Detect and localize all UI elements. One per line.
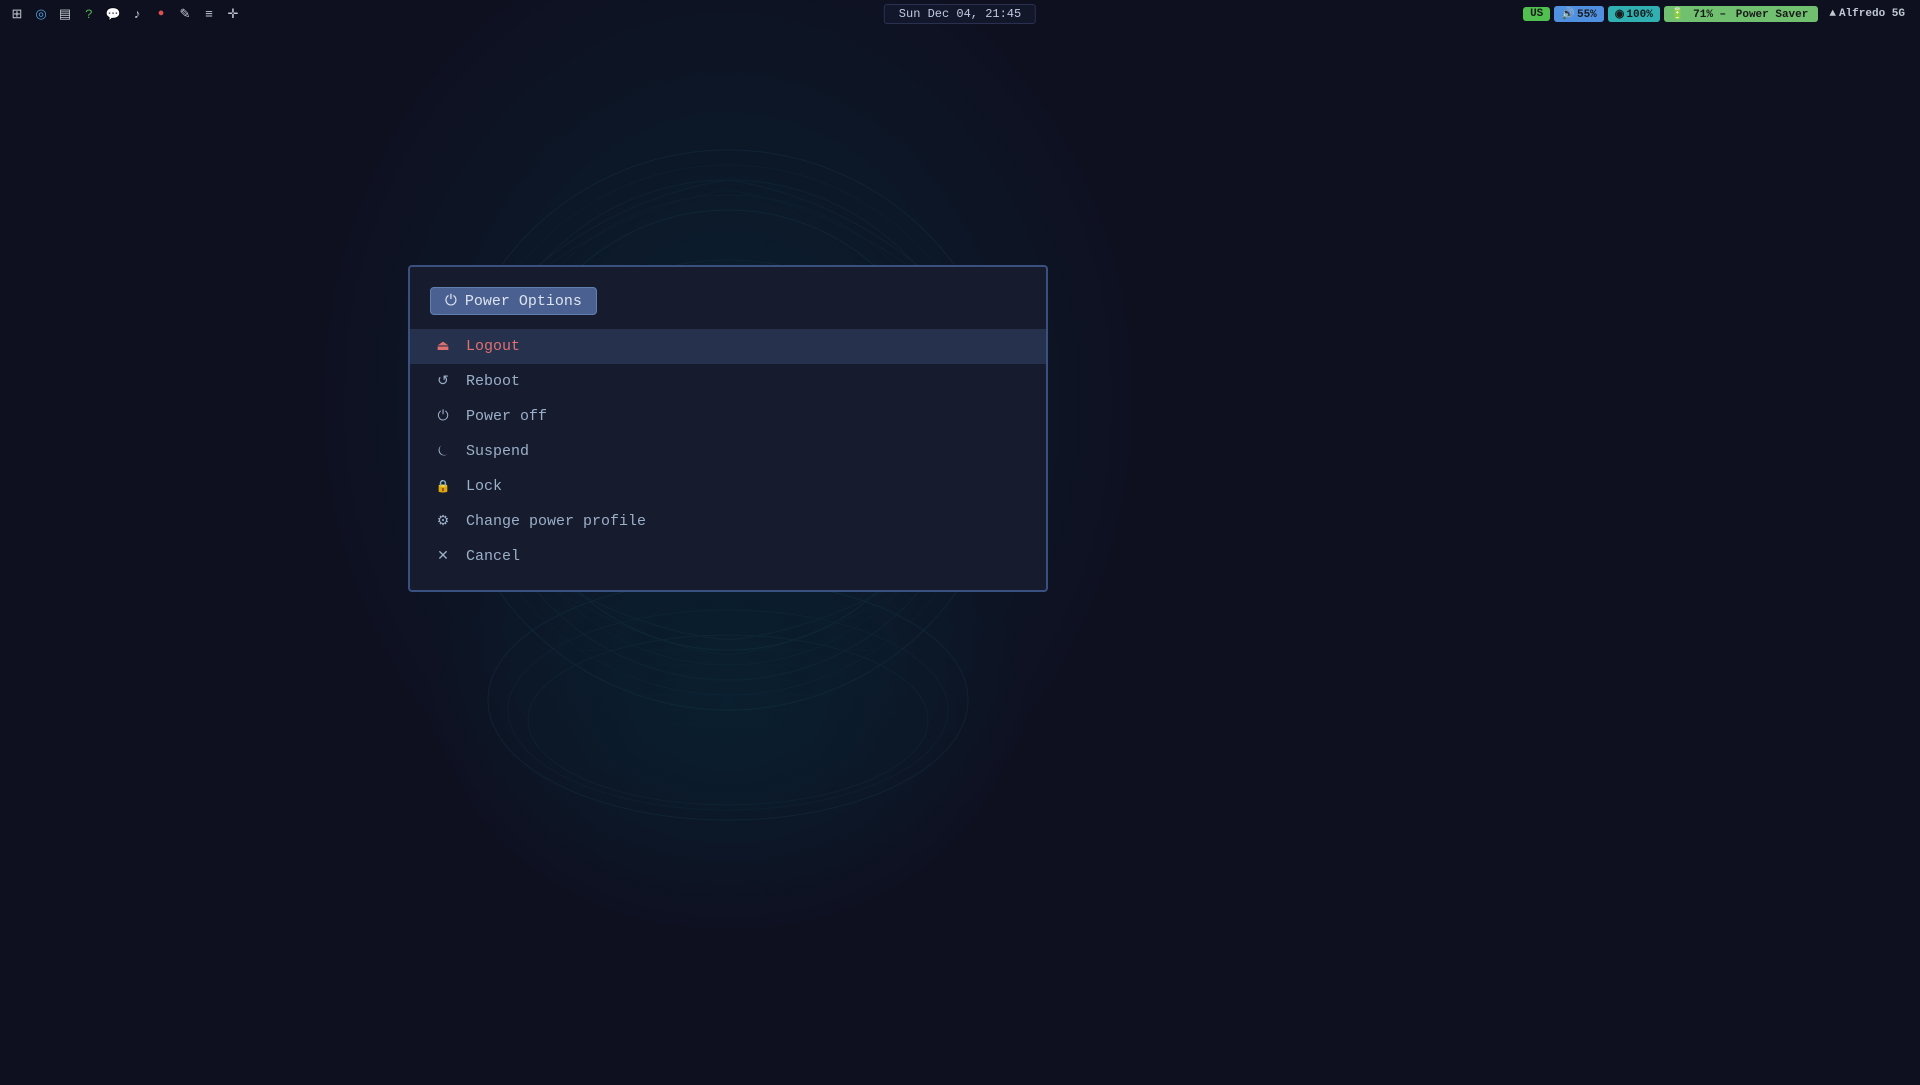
apps-icon[interactable]: ⊞ <box>8 5 26 23</box>
lang-badge[interactable]: US <box>1523 7 1550 21</box>
chat-icon[interactable]: 💬 <box>104 5 122 23</box>
volume-icon: 🔊 <box>1561 9 1575 21</box>
battery-icon: 🔋 <box>1671 9 1685 21</box>
reboot-label: Reboot <box>466 373 520 390</box>
record-icon[interactable]: ● <box>152 5 170 23</box>
menu-item-logout[interactable]: ⏏ Logout <box>410 329 1046 364</box>
poweroff-icon: ⏻ <box>434 409 452 425</box>
lock-label: Lock <box>466 478 502 495</box>
wifi-icon: ▲ <box>1829 8 1836 20</box>
power-saver-label: Power Saver <box>1736 9 1809 21</box>
power-icon: ⏻ <box>445 292 457 310</box>
topbar-center: Sun Dec 04, 21:45 <box>884 4 1036 24</box>
datetime-display: Sun Dec 04, 21:45 <box>884 4 1036 24</box>
logout-icon: ⏏ <box>434 338 452 355</box>
menu-item-suspend[interactable]: ⏾ Suspend <box>410 434 1046 469</box>
menu-item-cancel[interactable]: ✕ Cancel <box>410 539 1046 574</box>
suspend-label: Suspend <box>466 443 529 460</box>
suspend-icon: ⏾ <box>434 444 452 460</box>
edit-icon[interactable]: ✎ <box>176 5 194 23</box>
menu-item-reboot[interactable]: ↺ Reboot <box>410 364 1046 399</box>
topbar-right: US 🔊55% ◉100% 🔋 71% – Power Saver ▲Alfre… <box>1523 6 1912 22</box>
gear-icon: ⚙ <box>434 513 452 530</box>
menu-item-lock[interactable]: 🔒 Lock <box>410 469 1046 504</box>
wifi-badge: ▲Alfredo 5G <box>1822 7 1912 21</box>
power-options-dialog: ⏻ Power Options ⏏ Logout ↺ Reboot ⏻ Powe… <box>408 265 1048 592</box>
help-icon[interactable]: ? <box>80 5 98 23</box>
poweroff-label: Power off <box>466 408 547 425</box>
topbar: ⊞ ◎ ▤ ? 💬 ♪ ● ✎ ≡ ✛ Sun Dec 04, 21:45 US… <box>0 0 1920 28</box>
dialog-title-bar: ⏻ Power Options <box>410 287 1046 329</box>
brightness-badge: ◉100% <box>1608 6 1660 22</box>
move-icon[interactable]: ✛ <box>224 5 242 23</box>
changepower-label: Change power profile <box>466 513 646 530</box>
cancel-icon: ✕ <box>434 548 452 565</box>
battery-badge: 🔋 71% – Power Saver <box>1664 6 1819 22</box>
volume-badge: 🔊55% <box>1554 6 1604 22</box>
topbar-left: ⊞ ◎ ▤ ? 💬 ♪ ● ✎ ≡ ✛ <box>8 5 242 23</box>
lock-icon: 🔒 <box>434 479 452 494</box>
menu-item-changepower[interactable]: ⚙ Change power profile <box>410 504 1046 539</box>
reboot-icon: ↺ <box>434 373 452 390</box>
folder-icon[interactable]: ▤ <box>56 5 74 23</box>
circle-icon[interactable]: ◎ <box>32 5 50 23</box>
dialog-title: Power Options <box>465 293 582 310</box>
menu-items-list: ⏏ Logout ↺ Reboot ⏻ Power off ⏾ Suspend … <box>410 329 1046 574</box>
list-icon[interactable]: ≡ <box>200 5 218 23</box>
music-icon[interactable]: ♪ <box>128 5 146 23</box>
brightness-icon: ◉ <box>1615 9 1625 21</box>
power-options-title-button: ⏻ Power Options <box>430 287 597 315</box>
logout-label: Logout <box>466 338 520 355</box>
cancel-label: Cancel <box>466 548 520 565</box>
menu-item-poweroff[interactable]: ⏻ Power off <box>410 399 1046 434</box>
